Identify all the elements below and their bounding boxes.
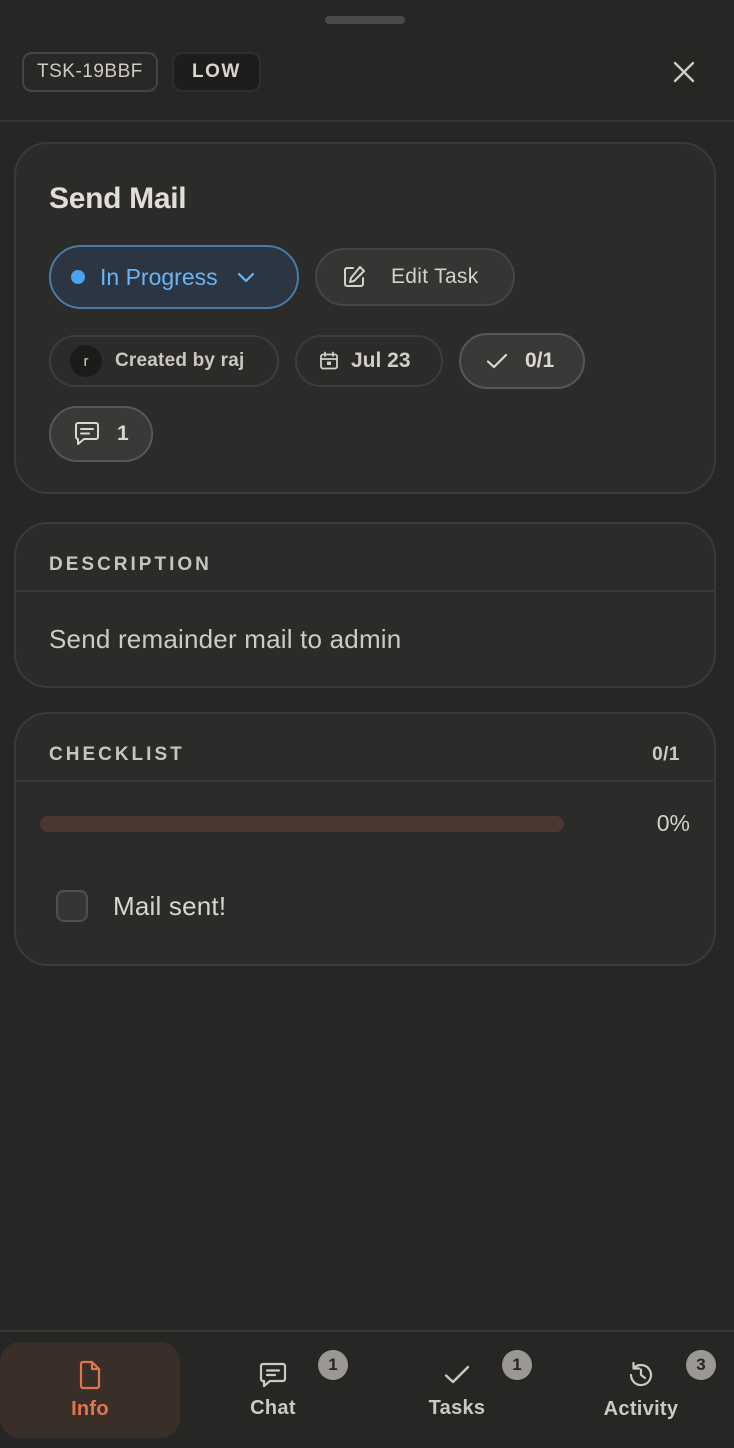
history-icon — [629, 1361, 653, 1386]
tab-activity-badge: 3 — [686, 1350, 716, 1380]
due-date-chip[interactable]: Jul 23 — [295, 335, 443, 387]
checklist-count: 0/1 — [652, 744, 680, 765]
document-icon — [79, 1360, 101, 1389]
created-by-text: Created by raj — [115, 350, 245, 371]
task-header: TSK-19BBF LOW — [0, 40, 734, 122]
tab-chat-badge: 1 — [318, 1350, 348, 1380]
comment-icon — [75, 422, 99, 445]
calendar-icon — [320, 351, 338, 370]
description-card: DESCRIPTION Send remainder mail to admin — [14, 522, 716, 688]
chevron-down-icon — [237, 272, 254, 283]
checklist-item-label: Mail sent! — [113, 890, 227, 921]
priority-badge: LOW — [172, 52, 261, 92]
comments-chip[interactable]: 1 — [49, 406, 153, 462]
description-text: Send remainder mail to admin — [49, 624, 402, 654]
tab-tasks-label: Tasks — [428, 1396, 486, 1419]
checklist-summary-chip[interactable]: 0/1 — [459, 333, 585, 389]
description-heading: DESCRIPTION — [49, 554, 212, 575]
edit-task-label: Edit Task — [391, 265, 479, 288]
edit-task-button[interactable]: Edit Task — [315, 248, 515, 306]
creator-chip: r Created by raj — [49, 335, 279, 387]
checklist-divider — [16, 780, 714, 782]
pencil-icon — [344, 266, 365, 287]
task-detail-sheet: TSK-19BBF LOW Send Mail In Progress Edit… — [0, 0, 734, 1448]
tab-info-label: Info — [71, 1397, 109, 1420]
chat-icon — [259, 1362, 287, 1387]
close-icon — [673, 61, 695, 83]
status-dropdown[interactable]: In Progress — [49, 245, 299, 309]
checklist-item-checkbox[interactable] — [56, 890, 88, 922]
status-dot — [71, 270, 85, 284]
due-date-text: Jul 23 — [351, 349, 411, 372]
tab-tasks-badge: 1 — [502, 1350, 532, 1380]
task-title: Send Mail — [49, 182, 187, 215]
comment-count: 1 — [117, 422, 129, 445]
checklist-card: CHECKLIST 0/1 0% Mail sent! — [14, 712, 716, 966]
tab-chat[interactable]: Chat 1 — [183, 1342, 363, 1438]
check-icon — [444, 1365, 470, 1383]
status-label: In Progress — [100, 263, 218, 290]
sheet-grab-handle[interactable] — [325, 16, 405, 24]
tab-info[interactable]: Info — [0, 1342, 180, 1438]
tab-tasks[interactable]: Tasks 1 — [367, 1342, 547, 1438]
checklist-progress-bar — [40, 816, 564, 832]
checklist-progress-percent: 0% — [656, 810, 690, 836]
checklist-item[interactable]: Mail sent! — [56, 886, 226, 926]
description-divider — [16, 590, 714, 592]
checklist-heading: CHECKLIST — [49, 744, 185, 765]
avatar: r — [70, 345, 102, 377]
check-icon — [486, 353, 508, 369]
task-summary-card: Send Mail In Progress Edit Task r Create… — [14, 142, 716, 494]
close-button[interactable] — [664, 52, 704, 92]
tab-chat-label: Chat — [250, 1396, 296, 1419]
task-id-chip: TSK-19BBF — [22, 52, 158, 92]
tab-activity[interactable]: Activity 3 — [551, 1342, 731, 1438]
tab-activity-label: Activity — [603, 1397, 679, 1420]
bottom-tab-bar: Info Chat 1 Tasks 1 Activity 3 — [0, 1330, 734, 1448]
checklist-summary-text: 0/1 — [525, 349, 555, 372]
